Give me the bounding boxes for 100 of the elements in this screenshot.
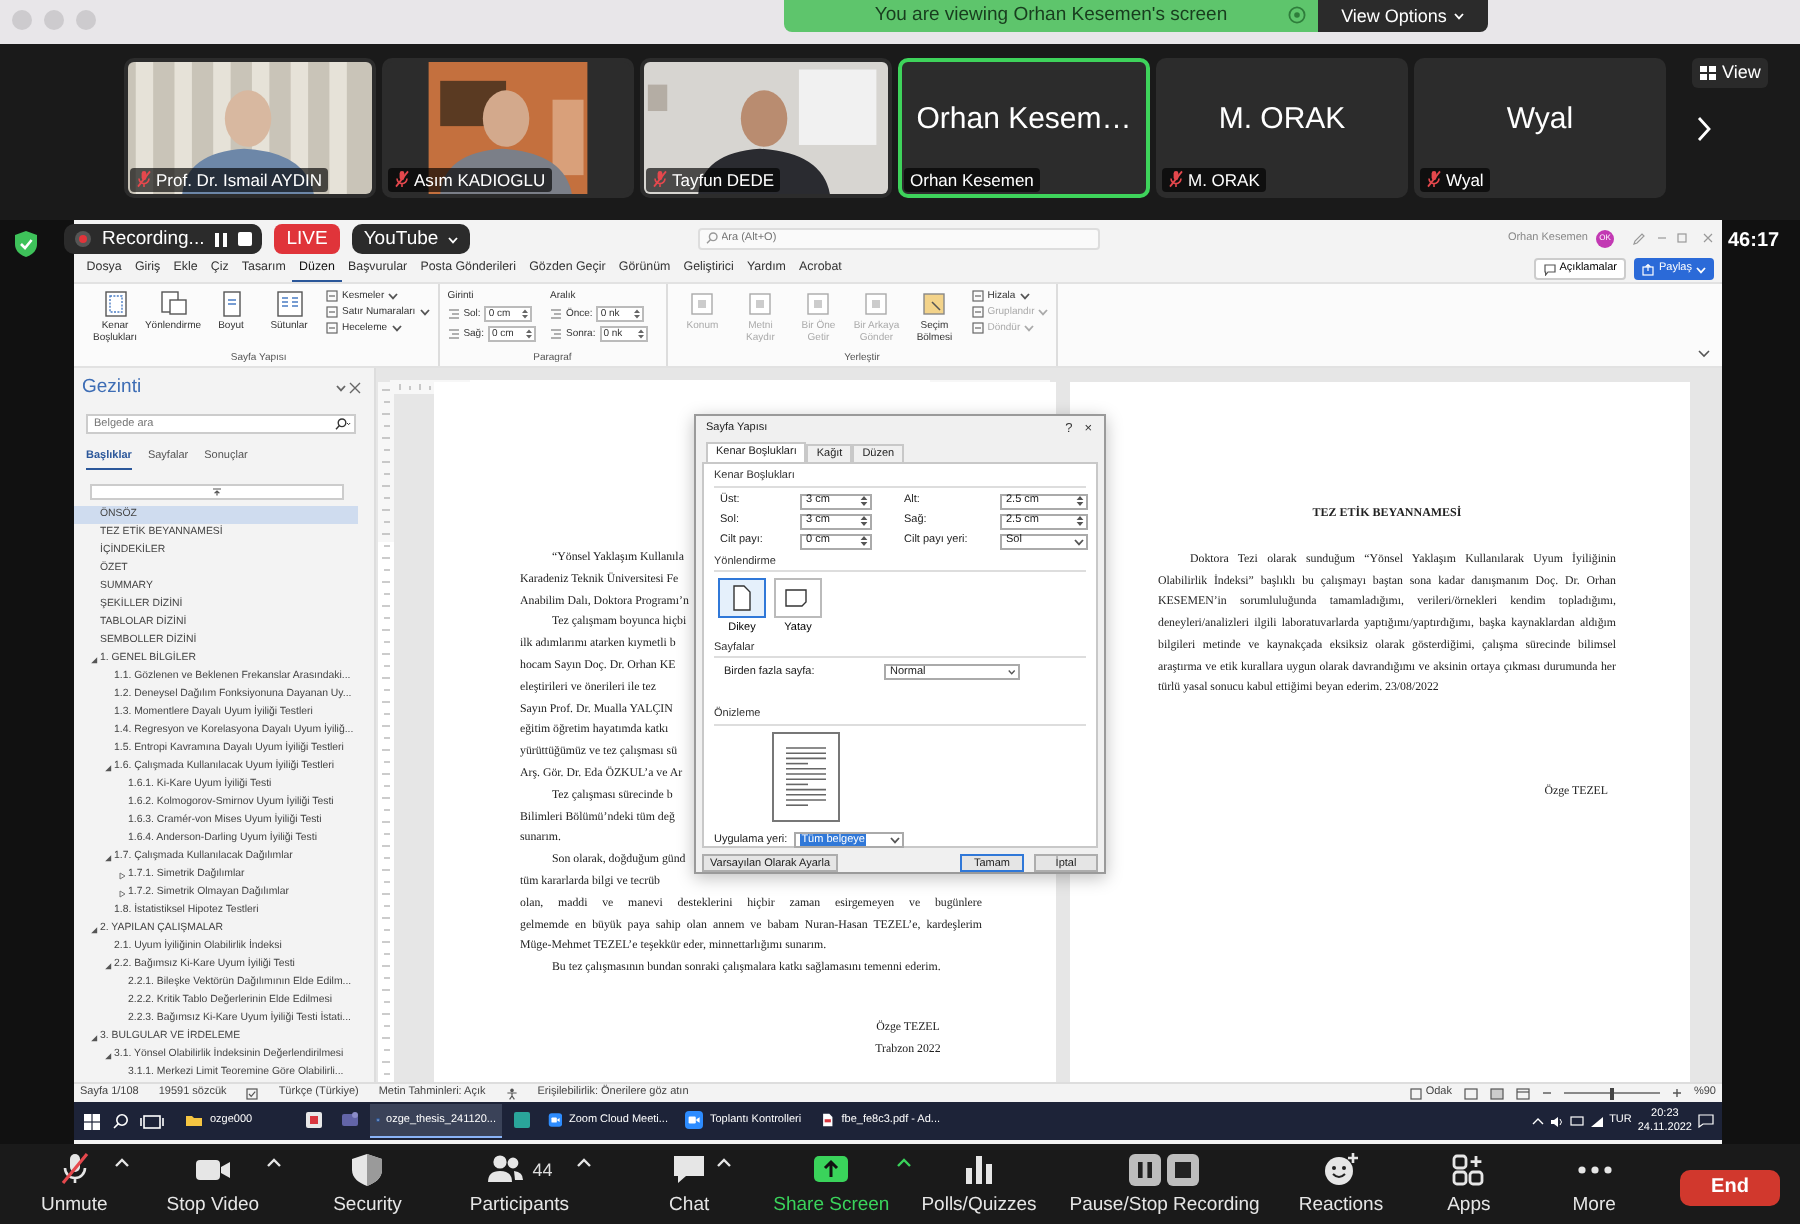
web-layout-icon[interactable] [1515,1087,1530,1099]
collapse-ribbon-icon[interactable] [1698,350,1710,358]
notification-icon[interactable] [1698,1114,1714,1128]
more-dots-icon [1577,1166,1612,1174]
layer-icon [920,290,949,318]
expanded-triangle-icon[interactable] [90,925,98,933]
spinner-icon [637,328,644,340]
page-icon [275,290,303,318]
emoji-plus-icon [1321,1152,1360,1188]
lines-icon [971,322,984,334]
layer-icon [862,290,891,318]
pdf-icon [820,1110,836,1130]
indent-icon [549,328,562,340]
accessibility-icon[interactable] [505,1087,518,1099]
pause-icon[interactable] [214,231,229,247]
chevron-icon [448,235,459,243]
monitor-icon[interactable] [1569,1115,1584,1127]
toolbar-button[interactable]: Share Screen [769,1152,894,1217]
windows-logo-icon[interactable] [82,1111,102,1131]
caret-up-icon [113,1156,130,1168]
end-button[interactable]: End [1680,1170,1780,1206]
caret-icon [1454,12,1465,20]
caret-icon [889,835,900,844]
collapse-up-icon [212,488,222,496]
expanded-triangle-icon[interactable] [90,655,98,663]
pause-stop-icon [1128,1152,1201,1188]
toolbar-button[interactable]: Stop Video [162,1152,264,1217]
network-icon[interactable] [1589,1115,1604,1127]
lines-icon [326,322,338,334]
stop-icon[interactable] [238,232,253,246]
toolbar-button[interactable]: 44 Participants [465,1152,574,1217]
comment-icon [1543,263,1556,275]
caret-up-icon [715,1156,732,1168]
portrait-page-icon [718,578,766,619]
toolbar-button[interactable]: Chat [665,1152,714,1217]
spinner-icon [860,494,868,509]
options-caret-button[interactable] [895,1156,912,1168]
caret-up-icon [575,1156,592,1168]
indent-icon [447,308,460,320]
toolbar-button[interactable]: Pause/Stop Recording [1065,1152,1264,1217]
share-screen-icon [812,1152,851,1188]
print-layout-icon[interactable] [1489,1087,1504,1099]
page-icon [101,290,129,318]
proofing-icon[interactable] [246,1087,259,1099]
participant-name: Wyal [1446,169,1484,190]
caret-icon [1696,265,1706,273]
app-icon [304,1110,324,1130]
lines-icon [326,306,338,318]
collapsed-triangle-icon[interactable] [118,871,126,879]
expanded-triangle-icon[interactable] [104,1051,112,1059]
expanded-triangle-icon[interactable] [90,1033,98,1041]
toolbar-button[interactable]: More [1568,1152,1620,1217]
task-view-icon[interactable] [138,1111,166,1131]
view-options-button[interactable]: View Options [1318,0,1488,32]
page-icon [159,290,187,318]
page-icon [217,290,245,318]
toolbar-button[interactable]: Apps [1443,1152,1495,1217]
spinner-icon [634,308,641,320]
speaker-icon[interactable] [1549,1115,1564,1127]
zoom-out-icon[interactable] [1541,1088,1552,1098]
tray-caret-icon[interactable] [1531,1116,1544,1126]
toolbar-button[interactable]: Unmute [37,1152,112,1217]
caret-icon [391,324,402,332]
collapsed-triangle-icon[interactable] [118,889,126,897]
search-icon [705,232,717,244]
participant-name: Tayfun DEDE [672,169,775,190]
shield-check-icon[interactable] [14,230,38,259]
caret-up-icon [265,1156,282,1168]
chat-app-icon [340,1110,360,1130]
caret-icon [1008,668,1016,677]
layer-icon [688,290,717,318]
grid-icon [1700,65,1716,80]
read-mode-icon[interactable] [1463,1087,1478,1099]
participant-name: Orhan Kesemen [910,169,1034,190]
close-icon[interactable] [346,382,362,394]
expanded-triangle-icon[interactable] [104,853,112,861]
apps-icon [1449,1152,1488,1188]
participant-display-name: Orhan Kesem… [914,102,1134,138]
pen-icon[interactable] [1632,231,1646,245]
live-button[interactable]: LIVE [274,224,340,254]
layer-icon [746,290,775,318]
toolbar-button[interactable]: Polls/Quizzes [917,1152,1041,1217]
lines-icon [971,290,984,302]
spinner-icon [1076,514,1084,529]
participant-name: M. ORAK [1188,169,1260,190]
share-icon [1642,263,1655,275]
zoom-slider[interactable] [1563,1087,1660,1099]
caret-icon [419,308,430,316]
participant-display-name: M. ORAK [1216,102,1348,138]
toolbar-button[interactable]: Security [329,1152,406,1217]
video-app-icon [548,1110,563,1130]
toolbar-button[interactable]: Reactions [1294,1152,1388,1217]
view-button[interactable]: View [1692,58,1769,88]
stream-dropdown[interactable]: YouTube [351,224,471,254]
caret-up-icon [895,1156,912,1168]
zoom-in-icon[interactable] [1671,1088,1682,1098]
expanded-triangle-icon[interactable] [104,763,112,771]
focus-icon [1409,1087,1422,1099]
expanded-triangle-icon[interactable] [104,961,112,969]
caret-icon [388,292,399,300]
